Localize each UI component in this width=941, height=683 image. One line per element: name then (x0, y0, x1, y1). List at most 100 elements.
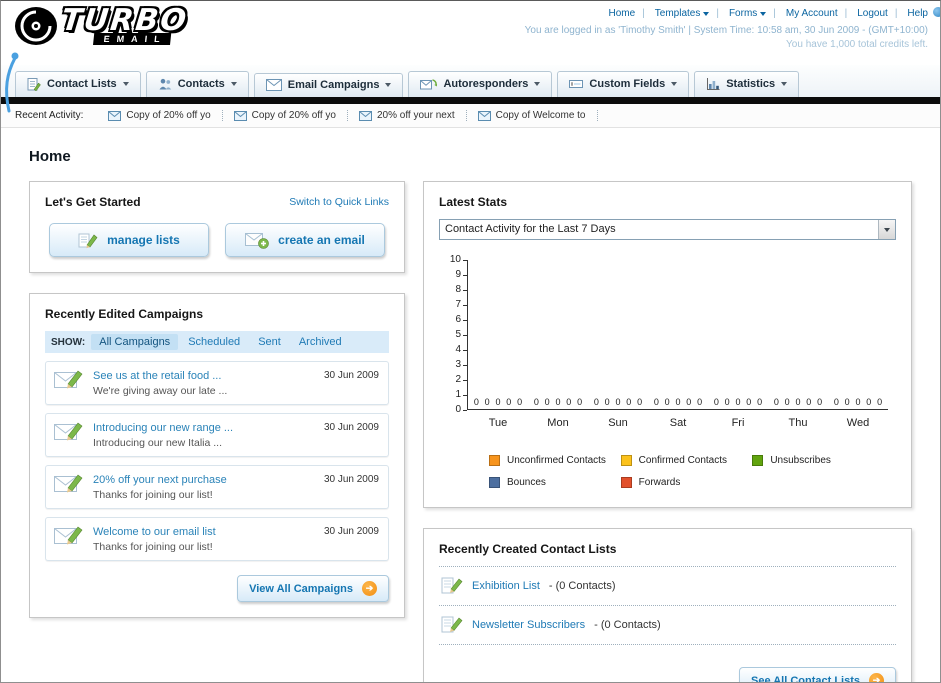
campaign-title-link[interactable]: See us at the retail food ... (93, 370, 227, 382)
page-pencil-icon (441, 616, 463, 633)
contact-list-row[interactable]: Newsletter Subscribers - (0 Contacts) (439, 606, 896, 645)
envelope-pencil-icon (54, 526, 83, 545)
campaign-row[interactable]: See us at the retail food ... We're givin… (45, 361, 389, 405)
data-value-label: 0 (604, 397, 610, 407)
envelope-pencil-icon (54, 474, 83, 493)
top-link-my-account[interactable]: My Account (766, 8, 838, 19)
logo-subtitle: EMAIL (93, 33, 172, 45)
data-value-label: 0 (484, 397, 490, 407)
filter-scheduled[interactable]: Scheduled (180, 334, 248, 350)
get-started-title: Let's Get Started (45, 195, 141, 209)
envelope-pencil-icon (54, 422, 83, 441)
manage-lists-button[interactable]: manage lists (49, 223, 209, 257)
statistics-icon (707, 78, 720, 90)
data-value-label: 0 (675, 397, 681, 407)
campaign-title-link[interactable]: Welcome to our email list (93, 526, 216, 538)
latest-stats-panel: Latest Stats Contact Activity for the La… (423, 181, 912, 508)
filter-sent[interactable]: Sent (250, 334, 289, 350)
data-value-label: 0 (866, 397, 872, 407)
tab-email-campaigns[interactable]: Email Campaigns (253, 73, 404, 97)
envelope-icon (108, 110, 122, 121)
contact-activity-chart: 10 9 8 7 6 5 4 3 2 1 0 000000000000000000000000000… (439, 255, 896, 488)
top-link-label: Help (907, 8, 928, 19)
email-campaigns-icon (265, 79, 282, 91)
stats-period-value: Contact Activity for the Last 7 Days (445, 223, 616, 235)
data-value-label: 0 (844, 397, 850, 407)
campaign-row[interactable]: Welcome to our email list Thanks for join… (45, 517, 389, 561)
decor-dot (933, 7, 940, 17)
recent-contact-lists-title: Recently Created Contact Lists (439, 542, 617, 556)
contact-list-link[interactable]: Newsletter Subscribers (472, 619, 585, 631)
filter-archived[interactable]: Archived (291, 334, 350, 350)
tab-contacts[interactable]: Contacts (145, 71, 249, 97)
view-all-campaigns-button[interactable]: View All Campaigns ➔ (237, 575, 389, 602)
logo-title: TURBO (59, 3, 190, 38)
recent-activity-item[interactable]: Copy of 20% off yo (97, 110, 223, 121)
chevron-down-icon (385, 83, 392, 87)
top-link-label: Logout (857, 8, 888, 19)
legend-item: Confirmed Contacts (620, 455, 753, 466)
custom-fields-icon (569, 80, 584, 88)
contact-list-items: Exhibition List - (0 Contacts) Newslette… (439, 566, 896, 645)
filter-all-campaigns[interactable]: All Campaigns (91, 334, 179, 350)
campaign-subtitle: Introducing our new Italia ... (93, 437, 222, 449)
switch-quick-links-link[interactable]: Switch to Quick Links (289, 196, 389, 208)
tab-label: Contacts (177, 78, 225, 90)
recent-campaigns-panel: Recently Edited Campaigns SHOW: All Camp… (29, 293, 405, 618)
tab-custom-fields[interactable]: Custom Fields (557, 71, 690, 97)
contact-list-row[interactable]: Exhibition List - (0 Contacts) (439, 567, 896, 606)
data-value-label: 0 (664, 397, 670, 407)
arrow-right-icon: ➔ (362, 581, 377, 596)
data-value-label: 0 (637, 397, 643, 407)
create-email-label: create an email (278, 233, 365, 247)
autoresponders-icon (420, 79, 438, 90)
envelope-pencil-icon (54, 370, 83, 389)
top-link-logout[interactable]: Logout (838, 8, 888, 19)
campaign-title-link[interactable]: Introducing our new range ... (93, 422, 233, 434)
stats-period-select[interactable]: Contact Activity for the Last 7 Days (439, 219, 896, 240)
top-link-forms[interactable]: Forms (709, 8, 767, 19)
recent-activity-bar: Recent Activity: Copy of 20% off yo Copy… (1, 104, 940, 128)
chart-plot: 00000000000000000000000000000000000 (467, 260, 888, 410)
data-value-label: 0 (855, 397, 861, 407)
turbo-email-logo[interactable]: TURBO EMAIL (13, 3, 190, 65)
select-dropdown-button[interactable] (878, 220, 895, 239)
campaign-row[interactable]: Introducing our new range ... Introducing… (45, 413, 389, 457)
data-value-label: 0 (697, 397, 703, 407)
chart-day-group: 00000 (648, 397, 708, 409)
campaign-row[interactable]: 20% off your next purchase Thanks for joi… (45, 465, 389, 509)
chart-x-labels: Tue Mon Sun Sat Fri Thu Wed (468, 410, 888, 429)
legend-item: Unsubscribes (752, 455, 884, 466)
see-all-contact-lists-label: See All Contact Lists (750, 674, 860, 683)
data-value-label: 0 (495, 397, 501, 407)
tab-statistics[interactable]: Statistics (694, 71, 800, 97)
latest-stats-title: Latest Stats (439, 195, 508, 209)
top-link-home[interactable]: Home (608, 8, 635, 19)
campaign-subtitle: We're giving away our late ... (93, 385, 228, 397)
top-link-help[interactable]: Help (888, 8, 928, 19)
tab-contact-lists[interactable]: Contact Lists (15, 71, 141, 97)
x-axis-label: Sat (669, 417, 687, 429)
campaign-filter-bar: SHOW: All Campaigns Scheduled Sent Archi… (45, 331, 389, 353)
recent-activity-item[interactable]: 20% off your next (348, 110, 467, 121)
data-value-label: 0 (544, 397, 550, 407)
recent-activity-item[interactable]: Copy of Welcome to (467, 110, 598, 121)
contact-list-link[interactable]: Exhibition List (472, 580, 540, 592)
see-all-contact-lists-button[interactable]: See All Contact Lists ➔ (738, 667, 896, 683)
recent-activity-item[interactable]: Copy of 20% off yo (223, 110, 348, 121)
campaign-title-link[interactable]: 20% off your next purchase (93, 474, 227, 486)
pencil-list-icon (78, 233, 98, 249)
tab-autoresponders[interactable]: Autoresponders (408, 71, 553, 97)
top-link-label: My Account (785, 8, 838, 19)
create-email-button[interactable]: create an email (225, 223, 385, 257)
campaign-date: 30 Jun 2009 (323, 422, 379, 433)
legend-item: Bounces (489, 477, 621, 488)
legend-label: Bounces (507, 477, 546, 488)
top-link-templates[interactable]: Templates (635, 8, 710, 19)
contact-list-count: - (0 Contacts) (548, 580, 616, 592)
legend-swatch-icon (620, 477, 632, 488)
chevron-down-icon (884, 227, 890, 232)
envelope-plus-icon (245, 233, 269, 249)
view-all-campaigns-label: View All Campaigns (249, 582, 353, 595)
chart-day-group: 00000 (588, 397, 648, 409)
